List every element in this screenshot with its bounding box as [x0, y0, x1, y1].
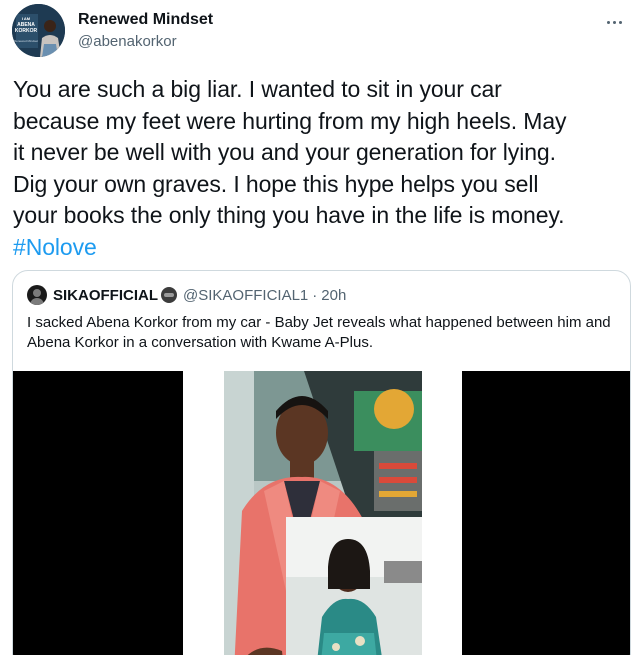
avatar-text-1: I AM: [22, 16, 31, 21]
avatar[interactable]: I AM ABENA KORKOR Renewed Mindset: [12, 4, 65, 57]
tweet-text-line: your books the only thing you have in th…: [13, 202, 565, 228]
quoted-display-name: SIKAOFFICIAL: [53, 286, 158, 304]
quoted-tweet-card[interactable]: SIKAOFFICIAL @SIKAOFFICIAL1 · 20h I sack…: [12, 270, 631, 655]
quoted-tweet-text: I sacked Abena Korkor from my car - Baby…: [27, 314, 611, 351]
avatar-text-3: KORKOR: [15, 28, 38, 34]
user-handle[interactable]: @abenakorkor: [78, 32, 213, 52]
media-letterbox-left: [13, 371, 183, 655]
author-block: Renewed Mindset @abenakorkor: [78, 10, 213, 52]
quoted-avatar: [27, 285, 47, 305]
tweet-text: You are such a big liar. I wanted to sit…: [13, 74, 629, 263]
tweet-text-line: You are such a big liar. I wanted to sit…: [13, 76, 502, 102]
quoted-handle: @SIKAOFFICIAL1: [183, 286, 309, 304]
avatar-text-4: Renewed Mindset: [14, 39, 38, 43]
hashtag-link[interactable]: #Nolove: [13, 234, 97, 260]
more-horizontal-icon[interactable]: [602, 10, 626, 34]
tweet-header: I AM ABENA KORKOR Renewed Mindset Renewe…: [12, 4, 628, 58]
tweet-text-line: because my feet were hurting from my hig…: [13, 107, 567, 134]
quoted-tweet-header: SIKAOFFICIAL @SIKAOFFICIAL1 · 20h: [27, 285, 346, 305]
quoted-timestamp[interactable]: 20h: [321, 287, 346, 304]
separator-dot: ·: [312, 286, 318, 304]
tweet-text-line: Dig your own graves. I hope this hype he…: [13, 170, 539, 197]
media-photo[interactable]: [224, 371, 422, 655]
tweet-text-line: it never be well with you and your gener…: [13, 139, 556, 165]
quoted-media[interactable]: [13, 371, 630, 655]
display-name[interactable]: Renewed Mindset: [78, 10, 213, 30]
media-letterbox-right: [462, 371, 630, 655]
avatar-image: I AM ABENA KORKOR Renewed Mindset: [12, 4, 65, 57]
gorilla-emoji-icon: [161, 287, 177, 303]
